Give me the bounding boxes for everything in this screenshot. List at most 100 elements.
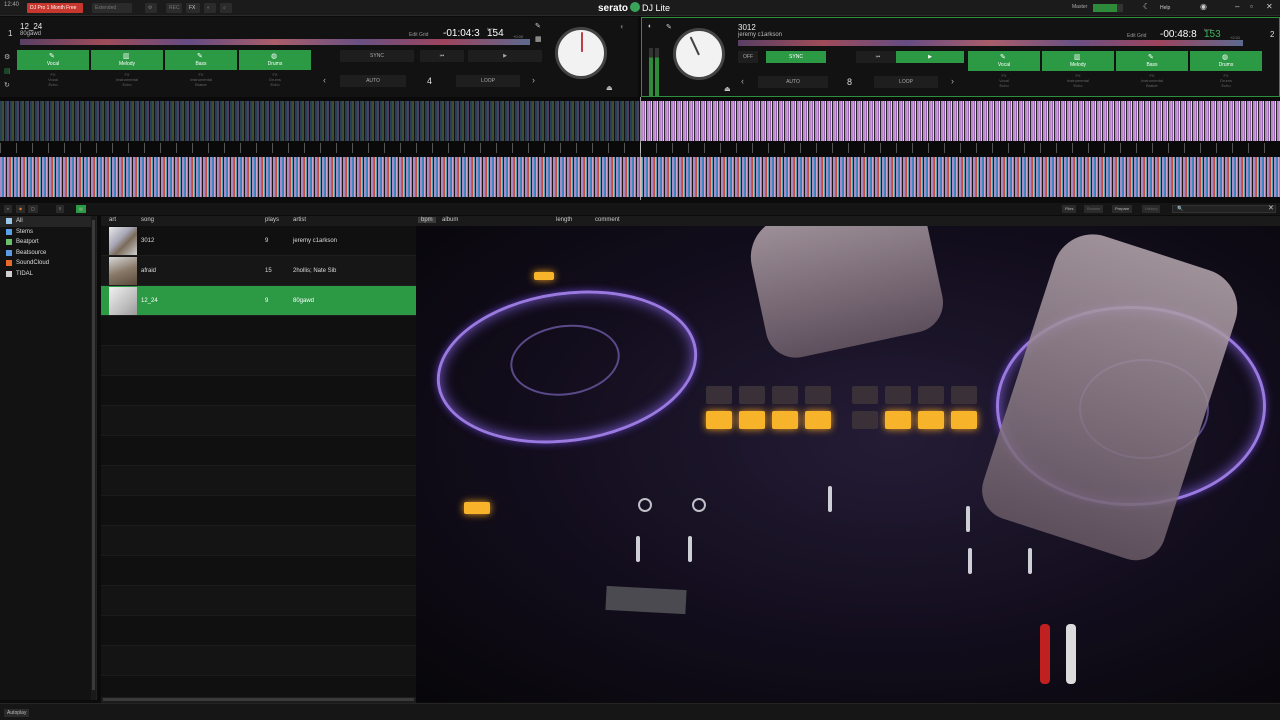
vu-meter-right <box>655 48 659 96</box>
sidebar-item-tidal[interactable]: TIDAL <box>0 269 96 280</box>
deck-2-zoomed-waveform[interactable] <box>641 101 1280 141</box>
col-comment[interactable]: comment <box>595 217 620 223</box>
col-song[interactable]: song <box>141 217 154 223</box>
loop-double-icon[interactable]: › <box>532 75 535 85</box>
master-label: Master <box>1072 4 1088 10</box>
help-menu[interactable]: Help <box>1160 5 1170 11</box>
col-plays[interactable]: plays <box>265 217 279 223</box>
deck-sync-icon[interactable]: ↻ <box>4 81 10 89</box>
browse-button[interactable]: Browse <box>1084 205 1104 213</box>
settings-gear-icon[interactable]: ⚙ <box>145 3 157 13</box>
col-length[interactable]: length <box>556 217 572 223</box>
library-add-icon[interactable]: ◐ <box>4 205 13 213</box>
eject-icon[interactable]: ⏏ <box>724 85 731 93</box>
stem-drums-button[interactable]: ◍ Drums <box>239 50 311 70</box>
track-overview-waveform[interactable] <box>738 40 1243 46</box>
sync-button[interactable]: SYNC <box>766 51 826 63</box>
sidebar-item-beatport[interactable]: Beatport <box>0 237 96 248</box>
table-row[interactable]: 3012 9 jeremy c1arkson <box>101 226 416 256</box>
edit-grid-button[interactable]: Edit Grid <box>409 32 428 38</box>
minimize-icon[interactable]: – <box>1235 2 1239 11</box>
sidebar-item-label: SoundCloud <box>16 260 50 266</box>
search-clear-icon[interactable]: ✕ <box>1268 204 1274 212</box>
track-overview-waveform[interactable] <box>20 39 530 45</box>
col-artist[interactable]: artist <box>293 217 306 223</box>
right-performance-pads <box>852 386 977 429</box>
cue-button[interactable]: ⏮ <box>856 51 900 63</box>
search-input[interactable]: 🔍 <box>1172 205 1276 213</box>
deck-menu-icon[interactable]: ◐ <box>648 23 652 30</box>
loop-double-icon[interactable]: › <box>951 76 954 86</box>
col-bpm[interactable]: bpm <box>418 217 436 223</box>
sidebar-item-label: Beatsource <box>16 249 47 256</box>
scrollbar-thumb[interactable] <box>92 220 95 690</box>
stem-bass-button[interactable]: ✎ Bass <box>1116 51 1188 71</box>
col-art[interactable]: art <box>109 217 116 223</box>
deck-track-artist: jeremy c1arkson <box>738 32 783 38</box>
pad <box>772 386 798 404</box>
search-small-icon[interactable]: ⌕ <box>220 3 232 13</box>
col-album[interactable]: album <box>442 217 458 223</box>
sidebar-item-all[interactable]: All <box>0 216 96 227</box>
sync-button[interactable]: SYNC <box>340 50 414 62</box>
loop-button[interactable]: LOOP <box>874 76 938 88</box>
deck-settings-icon[interactable]: ⚙ <box>4 53 10 61</box>
smart-crate-icon[interactable]: ◆ <box>16 205 26 213</box>
play-button[interactable]: ▶ <box>896 51 964 63</box>
cue-button[interactable]: ⏮ <box>420 50 464 62</box>
autoplay-button[interactable]: Autoplay <box>4 709 30 717</box>
sidebar-item-soundcloud[interactable]: SoundCloud <box>0 258 96 269</box>
grid-icon[interactable]: ▦ <box>535 35 542 43</box>
fx-button[interactable]: FX <box>186 3 200 13</box>
files-button[interactable]: Files <box>1062 205 1077 213</box>
deck-side-icon[interactable]: ◐ <box>620 22 625 31</box>
deck-1-zoomed-waveform[interactable] <box>0 101 640 141</box>
play-button[interactable]: ▶ <box>468 50 542 62</box>
auto-loop-button[interactable]: AUTO <box>340 75 406 87</box>
moon-icon[interactable]: ☾ <box>1143 2 1150 11</box>
virtual-platter[interactable] <box>673 28 725 80</box>
deck-track-artist: 80gawd <box>20 31 42 37</box>
stem-bass-button[interactable]: ✎ Bass <box>165 50 237 70</box>
stem-melody-button[interactable]: ▥ Melody <box>91 50 163 70</box>
sidebar-scrollbar[interactable] <box>91 216 96 700</box>
stem-melody-button[interactable]: ▥ Melody <box>1042 51 1114 71</box>
promo-button[interactable]: DJ Pro 1 Month Free <box>27 3 83 13</box>
stem-vocal-button[interactable]: ✎ Vocal <box>968 51 1040 71</box>
pad <box>885 411 911 429</box>
eject-icon[interactable]: ⏏ <box>606 84 613 92</box>
song-cell: afraid <box>141 268 157 274</box>
table-row[interactable]: 12_24 9 80gawd <box>101 286 416 316</box>
extended-dropdown[interactable]: Extended <box>92 3 132 13</box>
stems-toggle-icon[interactable]: ▤ <box>4 67 11 75</box>
table-row[interactable]: afraid 15 2hollis; Nate Sib <box>101 256 416 286</box>
art-view-icon[interactable]: ▤ <box>76 205 86 213</box>
scrollbar-thumb[interactable] <box>103 698 414 701</box>
rec-button[interactable]: REC <box>166 3 182 13</box>
sidebar-item-stems[interactable]: Stems <box>0 227 96 238</box>
account-icon[interactable]: ◉ <box>1200 2 1207 11</box>
mic-icon[interactable]: ◐ <box>204 3 216 13</box>
sidebar-item-beatsource[interactable]: Beatsource <box>0 248 96 259</box>
loop-halve-icon[interactable]: ‹ <box>323 75 326 85</box>
edit-pencil-icon[interactable]: ✎ <box>535 22 541 30</box>
crate-icon[interactable]: ▢ <box>28 205 38 213</box>
clock: 12:40 <box>4 2 20 8</box>
sync-off-button[interactable]: OFF <box>738 51 758 63</box>
edit-grid-button[interactable]: Edit Grid <box>1127 33 1146 39</box>
left-hand <box>743 226 949 364</box>
history-button[interactable]: History <box>1142 205 1161 213</box>
stem-drums-button[interactable]: ◍ Drums <box>1190 51 1262 71</box>
loop-button[interactable]: LOOP <box>456 75 520 87</box>
edit-pencil-icon[interactable]: ✎ <box>666 23 672 31</box>
maximize-icon[interactable]: ▫ <box>1250 2 1253 11</box>
list-view-icon[interactable]: ≡ <box>56 205 65 213</box>
vu-meter-left <box>649 48 653 96</box>
close-icon[interactable]: ✕ <box>1266 2 1273 11</box>
stem-vocal-button[interactable]: ✎ Vocal <box>17 50 89 70</box>
virtual-platter[interactable] <box>555 27 607 79</box>
prepare-button[interactable]: Prepare <box>1112 205 1133 213</box>
loop-halve-icon[interactable]: ‹ <box>741 76 744 86</box>
pad <box>918 411 944 429</box>
auto-loop-button[interactable]: AUTO <box>758 76 828 88</box>
